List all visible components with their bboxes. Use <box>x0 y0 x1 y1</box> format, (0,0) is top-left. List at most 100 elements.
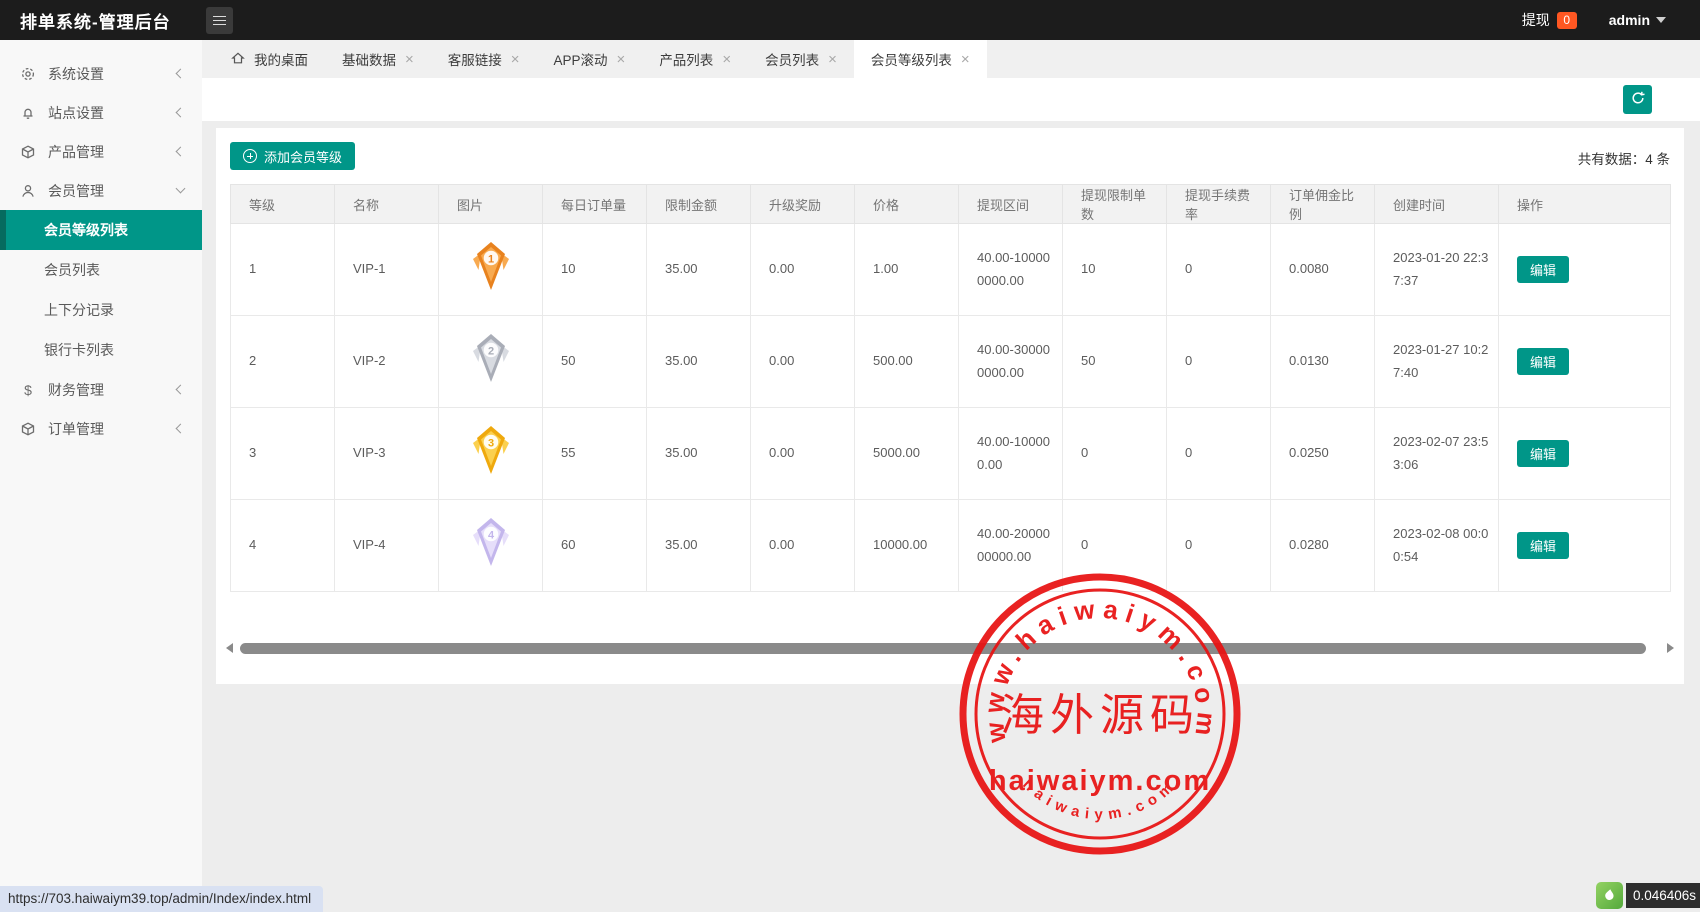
withdraw-menu[interactable]: 提现 0 <box>1522 10 1577 30</box>
column-header-name: 名称 <box>335 185 439 224</box>
tab-label: APP滚动 <box>554 49 608 69</box>
cell-name: VIP-2 <box>335 316 439 408</box>
chevron-left-icon <box>176 147 186 157</box>
sidebar-item-label: 财务管理 <box>48 380 104 400</box>
cell-action: 编辑 <box>1499 500 1671 592</box>
withdraw-count-badge: 0 <box>1557 12 1577 29</box>
sidebar-subitem-label: 银行卡列表 <box>44 340 114 360</box>
user-menu[interactable]: admin <box>1609 12 1666 28</box>
cell-created: 2023-01-27 10:27:40 <box>1375 316 1499 408</box>
sidebar-item-product-management[interactable]: 产品管理 <box>0 132 202 171</box>
cell-price: 10000.00 <box>855 500 959 592</box>
cell-image: 1 <box>439 224 543 316</box>
user-icon <box>20 183 36 199</box>
column-header-withdraw-limit: 提现限制单数 <box>1063 185 1167 224</box>
cell-daily-orders: 55 <box>543 408 647 500</box>
cell-name: VIP-3 <box>335 408 439 500</box>
svg-text:1: 1 <box>487 253 493 265</box>
member-level-panel: 添加会员等级 共有数据：4 条 等级 名称 图片 每日订单量 限制金额 升级奖励… <box>216 128 1684 684</box>
scrollbar-thumb[interactable] <box>240 643 1646 654</box>
close-icon[interactable]: × <box>511 52 520 67</box>
cell-image: 2 <box>439 316 543 408</box>
refresh-button[interactable] <box>1623 85 1652 114</box>
cell-commission: 0.0280 <box>1271 500 1375 592</box>
tab-label: 基础数据 <box>342 49 396 69</box>
sidebar-item-score-records[interactable]: 上下分记录 <box>0 290 202 330</box>
sidebar-item-bank-card-list[interactable]: 银行卡列表 <box>0 330 202 370</box>
sidebar-subitem-label: 会员列表 <box>44 260 100 280</box>
cell-withdraw-range: 40.00-2000000000.00 <box>959 500 1063 592</box>
cell-name: VIP-1 <box>335 224 439 316</box>
cell-withdraw-limit: 0 <box>1063 408 1167 500</box>
sidebar-item-finance-management[interactable]: $ 财务管理 <box>0 370 202 409</box>
horizontal-scrollbar[interactable] <box>226 640 1674 656</box>
edit-button[interactable]: 编辑 <box>1517 440 1569 467</box>
table-row: 4 VIP-4 4 60 35.00 0.00 10000.00 40 <box>231 500 1671 592</box>
column-header-price: 价格 <box>855 185 959 224</box>
edit-button[interactable]: 编辑 <box>1517 348 1569 375</box>
scrollbar-track[interactable] <box>240 642 1660 654</box>
tab-basic-data[interactable]: 基础数据 × <box>325 40 431 78</box>
cell-action: 编辑 <box>1499 224 1671 316</box>
cell-commission: 0.0250 <box>1271 408 1375 500</box>
close-icon[interactable]: × <box>828 52 837 67</box>
cell-limit-amount: 35.00 <box>647 224 751 316</box>
svg-text:haiwaiym.com: haiwaiym.com <box>1019 776 1181 823</box>
column-header-image: 图片 <box>439 185 543 224</box>
scroll-right-arrow-icon[interactable] <box>1667 643 1674 653</box>
close-icon[interactable]: × <box>722 52 731 67</box>
cell-daily-orders: 10 <box>543 224 647 316</box>
sidebar-item-member-list[interactable]: 会员列表 <box>0 250 202 290</box>
tab-service-link[interactable]: 客服链接× <box>431 40 537 78</box>
edit-button[interactable]: 编辑 <box>1517 532 1569 559</box>
watermark-domain-text: haiwaiym.com <box>989 765 1211 797</box>
cell-withdraw-limit: 50 <box>1063 316 1167 408</box>
load-time-value: 0.046406s <box>1626 883 1700 908</box>
sidebar-item-order-management[interactable]: 订单管理 <box>0 409 202 448</box>
tab-app-scroll[interactable]: APP滚动 × <box>537 40 643 78</box>
plus-icon <box>243 149 257 163</box>
cell-image: 3 <box>439 408 543 500</box>
sidebar-item-member-level-list[interactable]: 会员等级列表 <box>0 210 202 250</box>
cell-upgrade-reward: 0.00 <box>751 224 855 316</box>
sidebar-item-label: 订单管理 <box>48 419 104 439</box>
vip-4-badge-icon: 4 <box>464 515 518 569</box>
tab-my-desktop[interactable]: 我的桌面 <box>214 40 325 78</box>
chevron-down-icon <box>176 184 186 194</box>
cell-price: 1.00 <box>855 224 959 316</box>
flame-icon <box>1596 882 1623 909</box>
cell-withdraw-range: 40.00-300000000.00 <box>959 316 1063 408</box>
tab-label: 会员等级列表 <box>871 49 952 69</box>
hamburger-menu-button[interactable] <box>206 7 233 34</box>
chevron-left-icon <box>176 69 186 79</box>
cell-fee-rate: 0 <box>1167 408 1271 500</box>
close-icon[interactable]: × <box>405 52 414 67</box>
column-header-limit-amount: 限制金额 <box>647 185 751 224</box>
watermark-arc-bottom-text: haiwaiym.com <box>1019 776 1181 823</box>
sidebar-item-site-settings[interactable]: 站点设置 <box>0 93 202 132</box>
scroll-left-arrow-icon[interactable] <box>226 643 233 653</box>
cell-created: 2023-01-20 22:37:37 <box>1375 224 1499 316</box>
edit-button[interactable]: 编辑 <box>1517 256 1569 283</box>
vip-2-badge-icon: 2 <box>464 331 518 385</box>
sidebar-item-member-management[interactable]: 会员管理 <box>0 171 202 210</box>
close-icon[interactable]: × <box>617 52 626 67</box>
cell-limit-amount: 35.00 <box>647 500 751 592</box>
tab-product-list[interactable]: 产品列表× <box>642 40 748 78</box>
status-url-tooltip: https://703.haiwaiym39.top/admin/Index/i… <box>0 886 323 912</box>
column-header-action: 操作 <box>1499 185 1671 224</box>
column-header-commission: 订单佣金比例 <box>1271 185 1375 224</box>
add-member-level-button[interactable]: 添加会员等级 <box>230 142 355 170</box>
column-header-level: 等级 <box>231 185 335 224</box>
watermark-center-text: 海外源码 <box>1000 691 1200 740</box>
withdraw-label: 提现 <box>1522 10 1550 30</box>
cell-level: 3 <box>231 408 335 500</box>
cell-daily-orders: 50 <box>543 316 647 408</box>
tab-member-level-list[interactable]: 会员等级列表 × <box>854 40 987 78</box>
sidebar-subitem-label: 上下分记录 <box>44 300 114 320</box>
svg-text:3: 3 <box>487 437 493 449</box>
close-icon[interactable]: × <box>961 52 970 67</box>
sidebar-item-system-settings[interactable]: 系统设置 <box>0 54 202 93</box>
tab-member-list[interactable]: 会员列表× <box>748 40 854 78</box>
cell-withdraw-limit: 10 <box>1063 224 1167 316</box>
